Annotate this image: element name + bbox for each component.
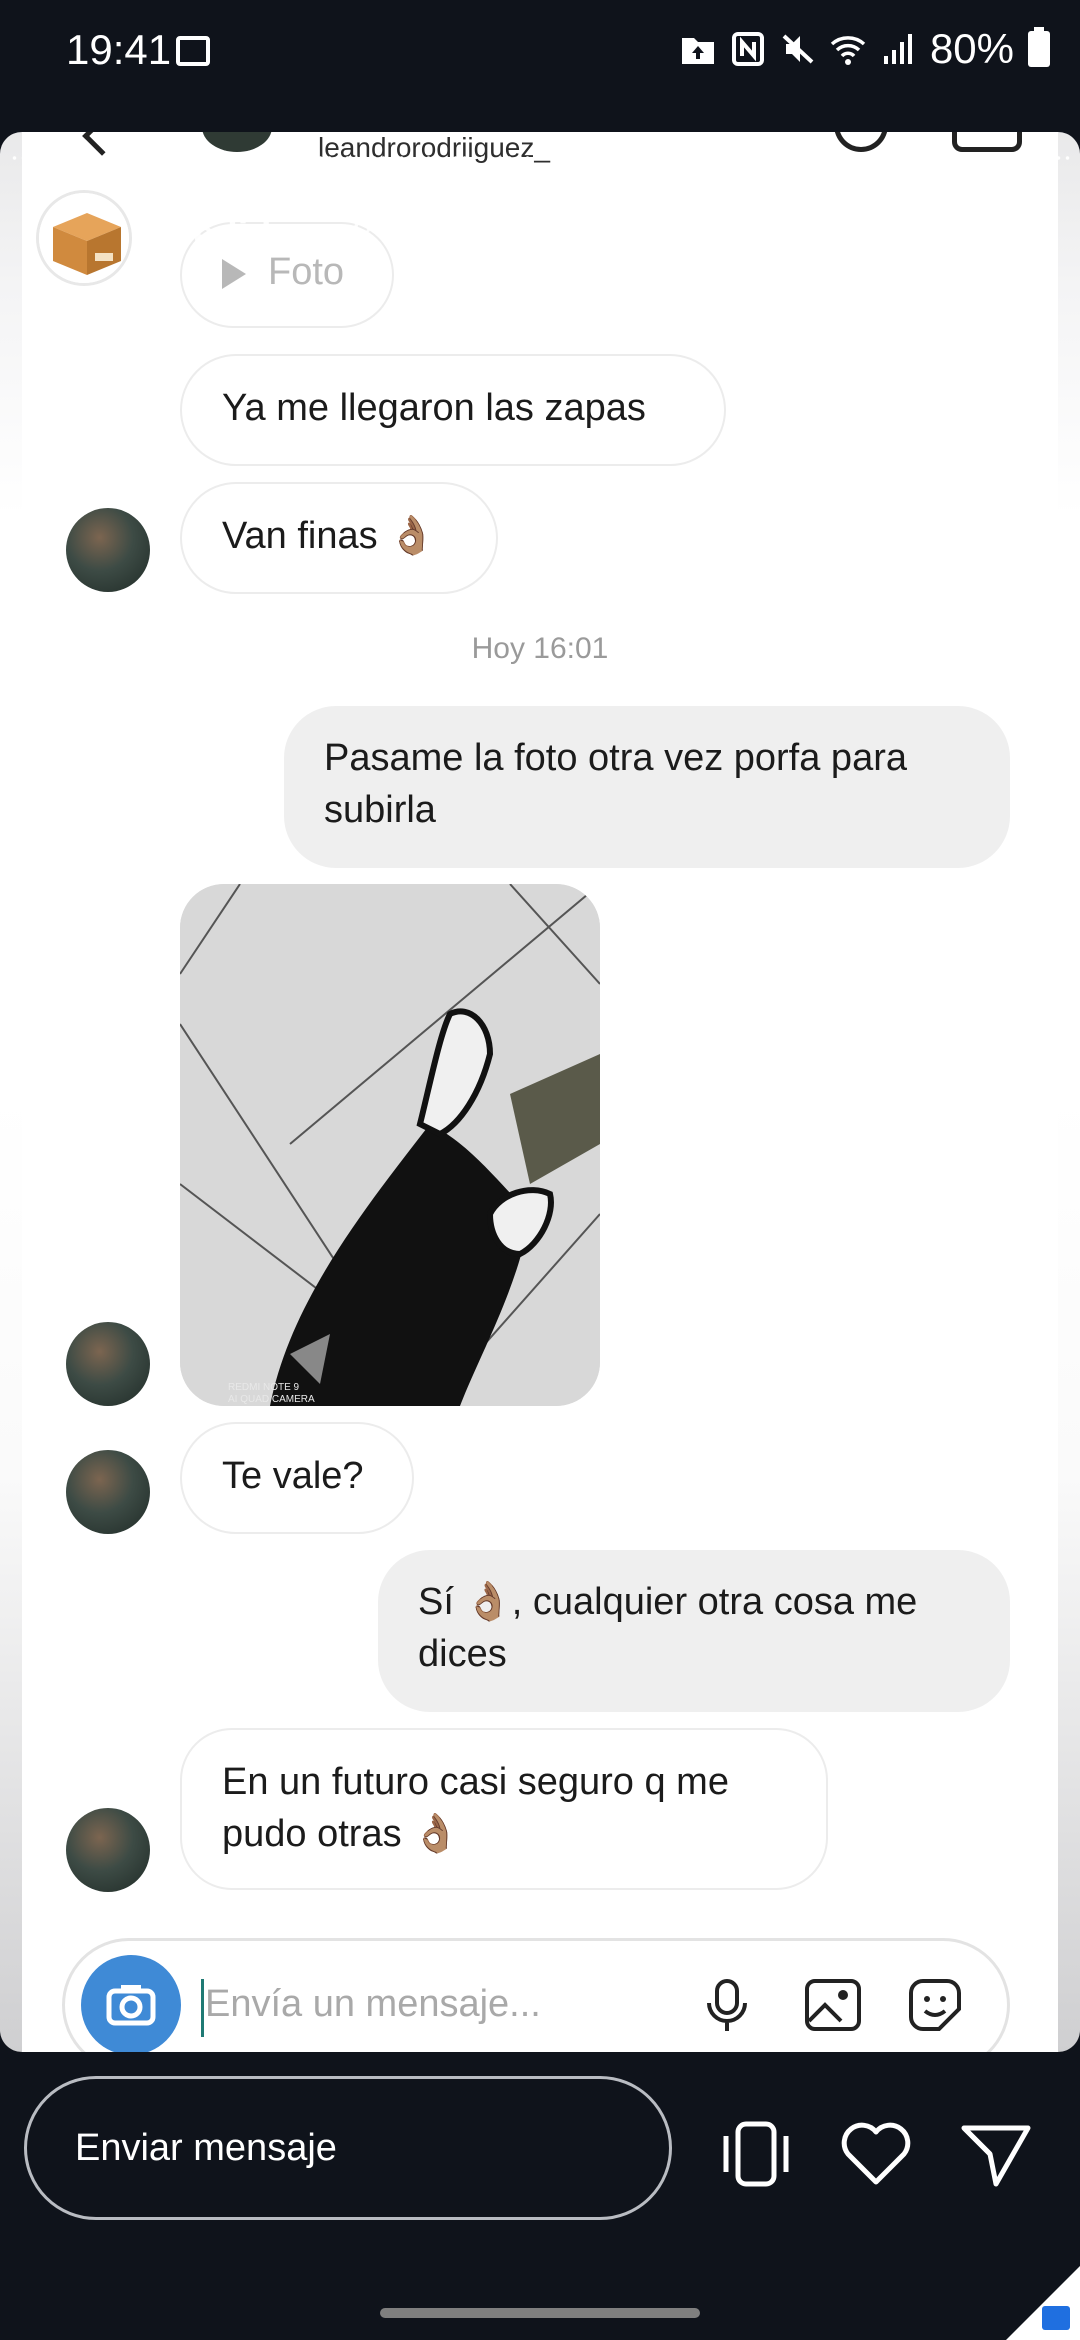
status-icons: 80%	[680, 24, 1050, 74]
story-card[interactable]: leandrorodriiguez_ Foto Ya me llegaron l…	[0, 132, 1080, 2052]
message-text: Pasame la foto otra vez porfa para subir…	[324, 737, 907, 831]
wifi-icon	[830, 36, 866, 65]
photo-watermark: REDMI NOTE 9 AI QUAD CAMERA	[228, 1382, 315, 1405]
story-content: leandrorodriiguez_ Foto Ya me llegaron l…	[22, 132, 1058, 2052]
outgoing-message: Pasame la foto otra vez porfa para subir…	[284, 706, 1010, 868]
camera-icon	[106, 1985, 156, 2026]
camera-button[interactable]	[81, 1955, 181, 2055]
more-options-icon[interactable]	[1000, 210, 1016, 262]
message-text: Van finas 👌🏽	[222, 515, 436, 557]
message-bubble: Van finas 👌🏽	[180, 482, 498, 594]
vibrate-icon[interactable]	[716, 2114, 796, 2194]
avatar[interactable]	[66, 1450, 150, 1534]
message-text: Ya me llegaron las zapas	[222, 387, 646, 429]
status-bar: 19:41 80%	[0, 0, 1080, 92]
send-message-input[interactable]: Enviar mensaje	[24, 2076, 672, 2220]
message-bubble: Ya me llegaron las zapas	[180, 354, 726, 466]
story-date: 8 de junio de 2022	[352, 214, 665, 256]
shared-photo[interactable]: REDMI NOTE 9 AI QUAD CAMERA	[180, 884, 600, 1406]
peer-avatar	[202, 132, 272, 152]
story-avatar[interactable]	[36, 190, 132, 286]
signal-icon	[883, 34, 912, 64]
message-text: Te vale?	[222, 1455, 364, 1497]
sticker-icon[interactable]	[903, 1973, 967, 2037]
avatar[interactable]	[66, 508, 150, 592]
message-bubble: Te vale?	[180, 1422, 414, 1534]
play-icon	[222, 258, 246, 289]
send-icon[interactable]	[956, 2114, 1036, 2194]
folder-badge-icon	[1042, 2306, 1070, 2330]
video-call-icon	[952, 132, 1022, 152]
battery-icon	[1028, 27, 1050, 67]
message-text: Sí 👌🏽, cualquier otra cosa me dices	[418, 1581, 918, 1675]
folder-upload-icon	[681, 38, 714, 64]
battery-percent: 80%	[929, 25, 1014, 72]
story-reply-bar: Enviar mensaje	[0, 2052, 1080, 2340]
outgoing-message: Sí 👌🏽, cualquier otra cosa me dices	[378, 1550, 1010, 1712]
foto-label: Foto	[268, 251, 345, 293]
status-time: 19:41	[66, 26, 172, 73]
story-progress-bar	[10, 156, 1070, 160]
back-icon	[82, 132, 122, 156]
mute-icon	[782, 34, 814, 64]
message-bubble: En un futuro casi seguro q me pudo otras…	[180, 1728, 828, 1890]
timestamp: Hoy 16:01	[471, 632, 609, 665]
gallery-icon[interactable]	[801, 1973, 865, 2037]
text-caret	[201, 1979, 204, 2037]
message-text: En un futuro casi seguro q me pudo otras…	[222, 1761, 729, 1855]
avatar[interactable]	[66, 1322, 150, 1406]
home-indicator[interactable]	[380, 2308, 700, 2318]
sneakers-photo	[180, 884, 600, 1406]
microphone-icon[interactable]	[695, 1973, 759, 2037]
send-message-label: Enviar mensaje	[75, 2127, 337, 2169]
story-username[interactable]: Pedidos	[168, 214, 316, 257]
nfc-icon	[731, 32, 764, 66]
heart-icon[interactable]	[836, 2114, 916, 2194]
phone-icon	[834, 132, 888, 152]
image-icon	[176, 36, 210, 66]
composer-input[interactable]: Envía un mensaje...	[205, 1983, 541, 2026]
avatar[interactable]	[66, 1808, 150, 1892]
